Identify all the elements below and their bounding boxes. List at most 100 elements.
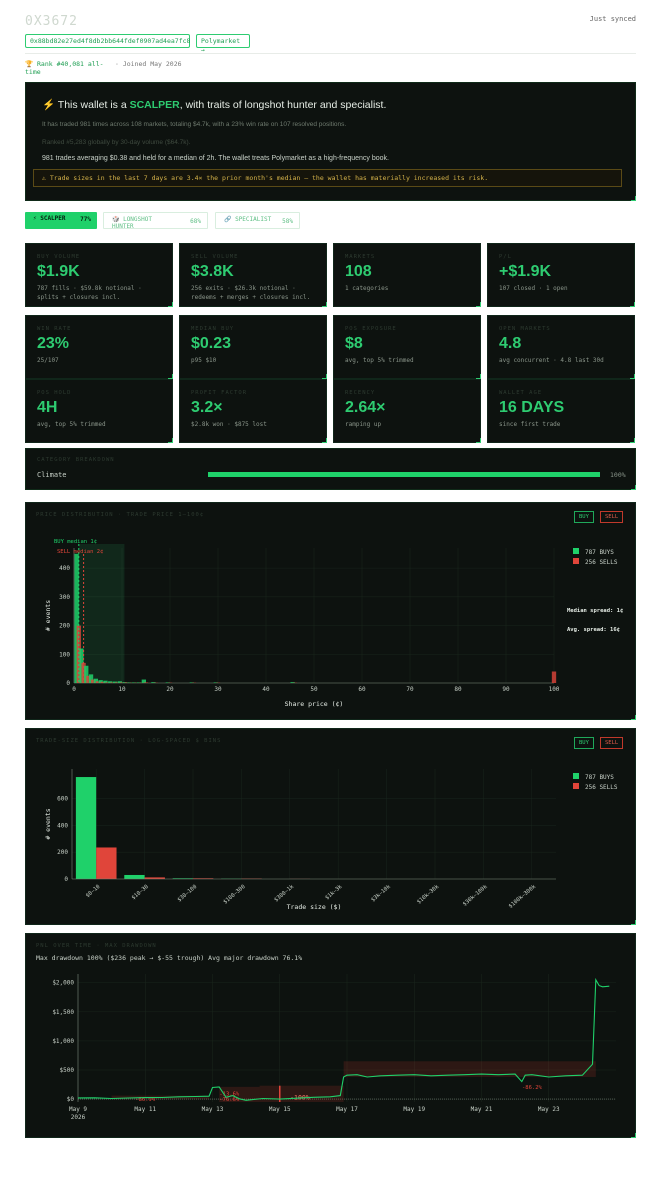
summary-line-1: It has traded 981 times across 108 marke…: [42, 121, 347, 128]
summary-line-2: Ranked #5,283 globally by 30-day volume …: [42, 139, 191, 146]
tab-specialist[interactable]: 🔗 SPECIALIST 58%: [215, 212, 300, 229]
stat-detail: avg, top 5% trimmed: [345, 357, 414, 364]
y-tick-label: 200: [57, 849, 68, 856]
tab-pct: 58%: [282, 218, 293, 225]
sell-median-label: SELL median 2¢: [57, 549, 103, 555]
legend-swatch-sell: [573, 783, 579, 789]
legend-swatch-sell: [573, 558, 579, 564]
divider: [25, 53, 636, 54]
stat-card: BUY VOLUME $1.9K 787 fills · $59.8k notion…: [25, 243, 173, 307]
x-tick-label: 80: [454, 686, 462, 693]
legend-label: 256 SELLS: [585, 559, 618, 566]
stat-value: $8: [345, 335, 363, 352]
category-title: CATEGORY BREAKDOWN: [37, 457, 115, 463]
stat-detail: $2.8k won · $875 lost: [191, 421, 267, 428]
y-axis-label: # events: [44, 808, 52, 839]
category-name: Climate: [37, 471, 67, 479]
price-distribution-panel: PRICE DISTRIBUTION · TRADE PRICE 1–100¢ …: [25, 502, 636, 720]
stat-label: WALLET AGE: [499, 390, 543, 396]
x-tick-label: $0–10: [85, 884, 102, 899]
stat-value: 108: [345, 263, 372, 280]
stat-card: RECENCY 2.64× ramping up: [333, 379, 481, 443]
sync-status: Just synced: [589, 15, 636, 23]
stat-label: SELL VOLUME: [191, 254, 239, 260]
x-tick-label: May 13: [202, 1106, 224, 1113]
x-tick-label: $300–1k: [273, 883, 295, 903]
x-tick-label: 70: [406, 686, 414, 693]
summary-line-3: 981 trades averaging $0.38 and held for …: [42, 155, 389, 162]
y-tick-label: $500: [60, 1067, 75, 1074]
category-bar: [208, 472, 600, 477]
y-tick-label: $2,000: [52, 980, 74, 987]
stat-card: WIN RATE 23% 25/107: [25, 315, 173, 379]
stat-card: MEDIAN BUY $0.23 p95 $10: [179, 315, 327, 379]
rank-badge: 🏆 Rank #40,081 all-time: [25, 60, 104, 76]
tab-scalper[interactable]: ⚡ SCALPER 77%: [25, 212, 97, 229]
x-tick-label: May 23: [538, 1106, 560, 1113]
legend-swatch-buy: [573, 548, 579, 554]
price-histogram: 0 100 200 300 400 0 10 20 30 40 50 60 70 80 90 100 BUY m…: [44, 539, 623, 708]
x-tick-label: 40: [262, 686, 270, 693]
risk-warning: ⚠ Trade sizes in the last 7 days are 3.4…: [33, 169, 622, 187]
y-tick-label: 200: [59, 623, 70, 630]
y-tick-label: 400: [59, 565, 70, 572]
wallet-summary: ⚡ This wallet is a SCALPER, with traits …: [25, 82, 636, 201]
stat-detail: avg, top 5% trimmed: [37, 421, 106, 428]
median-spread: Median spread: 1¢: [567, 608, 623, 614]
wallet-type: SCALPER: [129, 99, 180, 111]
y-tick-label: $0: [67, 1096, 75, 1103]
summary-suffix: , with traits of longshot hunter and spe…: [179, 99, 387, 111]
wallet-address[interactable]: 0x88bd82e27ed4f8db2bb644fdef0907ad4ea7fc…: [25, 34, 190, 48]
stat-card: P/L +$1.9K 107 closed · 1 open: [487, 243, 635, 307]
x-tick-label: May 11: [134, 1106, 156, 1113]
stat-card: MARKETS 108 1 categories: [333, 243, 481, 307]
stat-detail: ramping up: [345, 421, 382, 428]
stat-detail: 107 closed · 1 open: [499, 285, 568, 292]
stat-value: $1.9K: [37, 263, 80, 280]
y-tick-label: 600: [57, 796, 68, 803]
summary-heading: ⚡ This wallet is a SCALPER, with traits …: [42, 98, 386, 111]
polymarket-link[interactable]: Polymarket →: [196, 34, 250, 54]
x-tick-label: 60: [358, 686, 366, 693]
stat-card: WALLET AGE 16 DAYS since first trade: [487, 379, 635, 443]
sell-bar: [551, 671, 557, 683]
x-tick-label: 20: [166, 686, 174, 693]
tab-pct: 77%: [80, 216, 91, 223]
y-tick-label: $1,500: [52, 1009, 74, 1016]
x-tick-label: 10: [118, 686, 126, 693]
stat-detail: avg concurrent · 4.8 last 30d: [499, 357, 604, 364]
wallet-title: 0X3672: [25, 14, 78, 29]
x-tick-year: 2026: [71, 1114, 86, 1121]
drawdown-label: -86.2%: [522, 1085, 543, 1091]
stat-label: POS HOLD: [37, 390, 72, 396]
buy-bar: [124, 874, 145, 879]
category-breakdown: CATEGORY BREAKDOWN Climate 100%: [25, 448, 636, 490]
stat-value: $0.23: [191, 335, 232, 352]
y-tick-label: 100: [59, 651, 70, 658]
x-tick-label: $30k–100k: [462, 884, 489, 908]
x-tick-label: 50: [310, 686, 318, 693]
stat-label: MEDIAN BUY: [191, 326, 235, 332]
iqr-band: [78, 544, 125, 683]
y-tick-label: 300: [59, 594, 70, 601]
x-tick-label: May 17: [336, 1106, 358, 1113]
x-tick-label: 100: [549, 686, 560, 693]
tab-longshot-hunter[interactable]: 🎲 LONGSHOT HUNTER 68%: [103, 212, 208, 230]
x-tick-label: May 15: [269, 1106, 291, 1113]
x-tick-label: $30–100: [177, 884, 199, 904]
y-tick-label: 400: [57, 822, 68, 829]
legend-label: 787 BUYS: [585, 549, 614, 556]
stat-label: PROFIT FACTOR: [191, 390, 248, 396]
x-tick-label: May 19: [403, 1106, 425, 1113]
x-tick-label: $3k–10k: [370, 883, 392, 903]
stat-detail: 25/107: [37, 357, 59, 364]
avg-spread: Avg. spread: 16¢: [567, 627, 620, 633]
pnl-panel: PNL OVER TIME · MAX DRAWDOWN Max drawdow…: [25, 933, 636, 1138]
x-tick-label: 90: [502, 686, 510, 693]
tab-pct: 68%: [190, 218, 201, 225]
stat-value: $3.8K: [191, 263, 234, 280]
stat-value: 3.2×: [191, 399, 223, 416]
stat-card: SELL VOLUME $3.8K 256 exits · $26.3k notio…: [179, 243, 327, 307]
stat-value: +$1.9K: [499, 263, 552, 280]
x-axis-label: Share price (¢): [285, 700, 344, 708]
